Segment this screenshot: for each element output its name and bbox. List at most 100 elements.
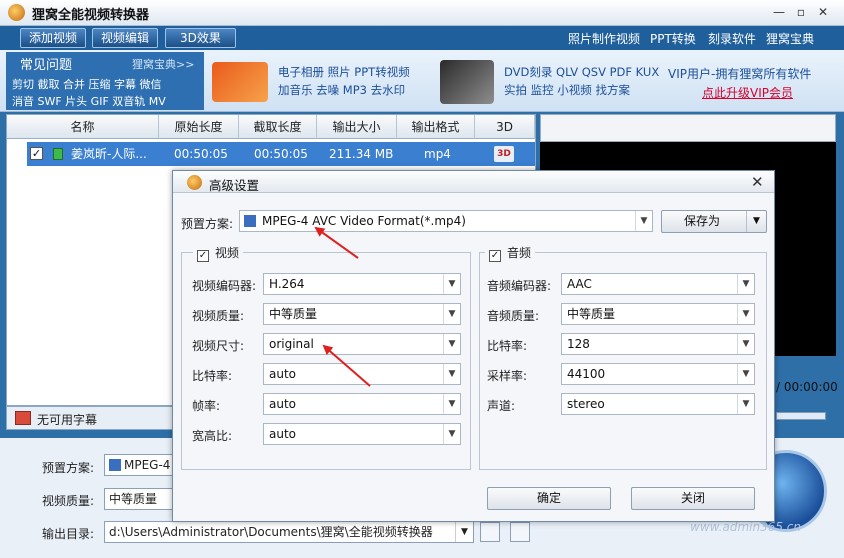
restore-button[interactable]: ▫ [792,4,810,20]
vip-upgrade-link[interactable]: 点此升级VIP会员 [702,84,793,101]
chevron-down-icon: ▼ [443,394,460,414]
video-bitrate-value: auto [269,367,297,381]
minimize-button[interactable]: — [770,4,788,20]
burn-software-link[interactable]: 刻录软件 [708,30,756,47]
faq-links-row1[interactable]: 剪切 截取 合并 压缩 字幕 微信 [12,76,161,92]
chevron-down-icon[interactable]: ▼ [746,211,766,232]
chevron-down-icon: ▼ [635,211,652,231]
audio-bitrate-value: 128 [567,337,590,351]
video-encoder-value: H.264 [269,277,305,291]
faq-more-link[interactable]: 狸窝宝典>> [132,56,194,72]
advanced-settings-dialog: 高级设置 ✕ 预置方案: MPEG-4 AVC Video Format(*.m… [172,170,775,522]
video-bitrate-label: 比特率: [192,369,233,383]
audio-quality-select[interactable]: 中等质量 ▼ [561,303,755,325]
dialog-preset-value: MPEG-4 AVC Video Format(*.mp4) [262,214,466,228]
chevron-down-icon: ▼ [443,364,460,384]
ppt-convert-link[interactable]: PPT转换 [650,30,696,47]
watermark-text: www.admin365.cn [690,520,802,534]
close-button[interactable]: ✕ [814,4,832,20]
video-aspect-select[interactable]: auto ▼ [263,423,461,445]
video-framerate-select[interactable]: auto ▼ [263,393,461,415]
dialog-preset-select[interactable]: MPEG-4 AVC Video Format(*.mp4) ▼ [239,210,653,232]
cancel-button[interactable]: 关闭 [631,487,755,510]
chevron-down-icon: ▼ [443,304,460,324]
row-original-length: 00:50:05 [174,147,228,161]
audio-channels-value: stereo [567,397,605,411]
video-aspect-value: auto [269,427,297,441]
liwo-guide-link[interactable]: 狸窝宝典 [766,30,814,47]
app-logo-icon [8,4,25,21]
feature-group2-row1[interactable]: DVD刻录 QLV QSV PDF KUX [504,64,659,80]
bottom-quality-select[interactable]: 中等质量 [104,488,174,510]
film-icon [109,459,121,471]
video-bitrate-select[interactable]: auto ▼ [263,363,461,385]
title-bar: 狸窝全能视频转换器 — ▫ ✕ [0,0,844,26]
audio-encoder-value: AAC [567,277,592,291]
audio-enable-checkbox[interactable]: ✓ [489,250,501,262]
bottom-quality-label: 视频质量: [42,494,95,508]
video-quality-value: 中等质量 [269,307,318,321]
dialog-preset-label: 预置方案: [181,217,234,231]
faq-links-row2[interactable]: 消音 SWF 片头 GIF 双音轨 MV [12,93,166,109]
audio-group-title: 音频 [507,246,532,260]
video-quality-select[interactable]: 中等质量 ▼ [263,303,461,325]
bottom-preset-select[interactable]: MPEG-4 [104,454,174,476]
column-cut-length[interactable]: 截取长度 [239,115,317,139]
video-group-header[interactable]: ✓ 视频 [193,244,244,262]
row-output-size: 211.34 MB [329,147,394,161]
video-edit-button[interactable]: 视频编辑 [92,28,159,48]
column-3d[interactable]: 3D [475,115,535,139]
row-name: 姜岚昕-人际... [71,147,147,161]
feature-group2-row2[interactable]: 实拍 监控 小视频 找方案 [504,82,630,98]
volume-slider[interactable] [776,412,826,420]
3d-effect-button[interactable]: 3D效果 [165,28,236,48]
chevron-down-icon: ▼ [737,394,754,414]
feature-group1-row2[interactable]: 加音乐 去噪 MP3 去水印 [278,82,405,98]
chevron-down-icon: ▼ [737,304,754,324]
column-original-length[interactable]: 原始长度 [159,115,239,139]
dialog-close-button[interactable]: ✕ [751,173,764,191]
table-row[interactable]: ✓ 姜岚昕-人际... 00:50:05 00:50:05 211.34 MB … [27,142,535,166]
audio-quality-value: 中等质量 [567,307,616,321]
video-aspect-label: 宽高比: [192,429,233,443]
folder-icon[interactable] [480,522,500,542]
faq-title: 常见问题 [20,58,73,73]
column-output-format[interactable]: 输出格式 [397,115,475,139]
chevron-down-icon: ▼ [737,334,754,354]
film-icon [244,215,256,227]
video-enable-checkbox[interactable]: ✓ [197,250,209,262]
chevron-down-icon: ▼ [443,334,460,354]
chevron-down-icon[interactable]: ▼ [455,522,473,542]
ok-button[interactable]: 确定 [487,487,611,510]
main-toolbar: 添加视频 视频编辑 3D效果 照片制作视频 PPT转换 刻录软件 狸窝宝典 [0,26,844,50]
subtitle-icon [15,411,31,425]
video-encoder-select[interactable]: H.264 ▼ [263,273,461,295]
photo-video-link[interactable]: 照片制作视频 [568,30,640,47]
audio-encoder-select[interactable]: AAC ▼ [561,273,755,295]
output-dir-label: 输出目录: [42,527,95,541]
audio-channels-select[interactable]: stereo ▼ [561,393,755,415]
preview-header [540,114,836,142]
audio-group-header[interactable]: ✓ 音频 [485,244,536,262]
audio-samplerate-value: 44100 [567,367,606,381]
column-name[interactable]: 名称 [7,115,159,139]
video-file-icon [53,148,63,160]
open-folder-icon[interactable] [510,522,530,542]
video-group-title: 视频 [215,246,240,260]
audio-samplerate-select[interactable]: 44100 ▼ [561,363,755,385]
vip-text: VIP用户-拥有狸窝所有软件 [668,67,812,81]
add-video-button[interactable]: 添加视频 [20,28,87,48]
dialog-title-bar: 高级设置 ✕ [173,171,774,193]
save-as-button[interactable]: 保存为 ▼ [661,210,767,233]
row-checkbox[interactable]: ✓ [30,147,43,160]
bottom-preset-value: MPEG-4 [124,458,171,472]
video-framerate-value: auto [269,397,297,411]
row-format: mp4 [424,147,451,161]
audio-bitrate-select[interactable]: 128 ▼ [561,333,755,355]
3d-icon[interactable]: 3D [494,146,514,162]
chevron-down-icon: ▼ [737,274,754,294]
feature-group1-row1[interactable]: 电子相册 照片 PPT转视频 [278,64,410,80]
video-size-select[interactable]: original ▼ [263,333,461,355]
output-dir-field[interactable]: d:\Users\Administrator\Documents\狸窝\全能视频… [104,521,474,543]
column-output-size[interactable]: 输出大小 [317,115,397,139]
